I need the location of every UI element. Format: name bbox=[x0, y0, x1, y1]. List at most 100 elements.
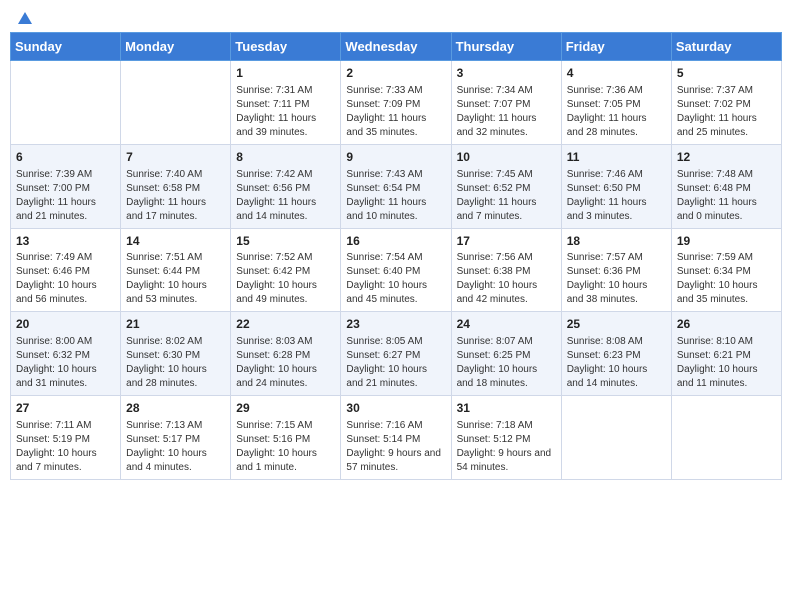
header-thursday: Thursday bbox=[451, 33, 561, 61]
day-info: Sunrise: 7:31 AMSunset: 7:11 PMDaylight:… bbox=[236, 84, 335, 140]
calendar-cell-30: 29 Sunrise: 7:15 AMSunset: 5:16 PMDayligh… bbox=[231, 396, 341, 480]
day-info: Sunrise: 8:10 AMSunset: 6:21 PMDaylight:… bbox=[677, 335, 776, 391]
week-row-3: 13Sunrise: 7:49 AMSunset: 6:46 PMDayligh… bbox=[11, 228, 782, 312]
day-number: 19 bbox=[677, 233, 776, 250]
calendar-cell-4: 3 Sunrise: 7:34 AMSunset: 7:07 PMDaylight… bbox=[451, 61, 561, 145]
day-number: 31 bbox=[457, 400, 556, 417]
day-number: 25 bbox=[567, 316, 666, 333]
day-number: 5 bbox=[677, 65, 776, 82]
calendar-cell-11: 10 Sunrise: 7:45 AMSunset: 6:52 PMDayligh… bbox=[451, 144, 561, 228]
calendar-cell-9: 8Sunrise: 7:42 AMSunset: 6:56 PMDaylight… bbox=[231, 144, 341, 228]
day-info: Sunrise: 7:13 AMSunset: 5:17 PMDaylight:… bbox=[126, 419, 225, 475]
calendar-cell-20: 19Sunrise: 7:59 AMSunset: 6:34 PMDayligh… bbox=[671, 228, 781, 312]
calendar-cell-15: 14Sunrise: 7:51 AMSunset: 6:44 PMDayligh… bbox=[121, 228, 231, 312]
day-info: Sunrise: 7:54 AMSunset: 6:40 PMDaylight:… bbox=[346, 251, 445, 307]
calendar-cell-14: 13Sunrise: 7:49 AMSunset: 6:46 PMDayligh… bbox=[11, 228, 121, 312]
calendar-cell-27: 26 Sunrise: 8:10 AMSunset: 6:21 PMDayligh… bbox=[671, 312, 781, 396]
week-row-1: 1 Sunrise: 7:31 AMSunset: 7:11 PMDaylight… bbox=[11, 61, 782, 145]
calendar-cell-7: 6 Sunrise: 7:39 AMSunset: 7:00 PMDaylight… bbox=[11, 144, 121, 228]
calendar-cell-24: 23 Sunrise: 8:05 AMSunset: 6:27 PMDayligh… bbox=[341, 312, 451, 396]
day-info: Sunrise: 7:51 AMSunset: 6:44 PMDaylight:… bbox=[126, 251, 225, 307]
day-number: 14 bbox=[126, 233, 225, 250]
day-number: 24 bbox=[457, 316, 556, 333]
week-row-5: 27Sunrise: 7:11 AMSunset: 5:19 PMDayligh… bbox=[11, 396, 782, 480]
header-monday: Monday bbox=[121, 33, 231, 61]
calendar-cell-6: 5 Sunrise: 7:37 AMSunset: 7:02 PMDaylight… bbox=[671, 61, 781, 145]
day-number: 23 bbox=[346, 316, 445, 333]
day-info: Sunrise: 7:37 AMSunset: 7:02 PMDaylight:… bbox=[677, 84, 776, 140]
day-info: Sunrise: 7:18 AMSunset: 5:12 PMDaylight:… bbox=[457, 419, 556, 475]
day-number: 11 bbox=[567, 149, 666, 166]
page-header bbox=[10, 10, 782, 24]
day-number: 20 bbox=[16, 316, 115, 333]
day-number: 3 bbox=[457, 65, 556, 82]
calendar-cell-29: 28 Sunrise: 7:13 AMSunset: 5:17 PMDayligh… bbox=[121, 396, 231, 480]
day-number: 22 bbox=[236, 316, 335, 333]
day-number: 1 bbox=[236, 65, 335, 82]
calendar-cell-13: 12 Sunrise: 7:48 AMSunset: 6:48 PMDayligh… bbox=[671, 144, 781, 228]
day-info: Sunrise: 8:03 AMSunset: 6:28 PMDaylight:… bbox=[236, 335, 335, 391]
day-number: 13 bbox=[16, 233, 115, 250]
day-number: 9 bbox=[346, 149, 445, 166]
day-info: Sunrise: 7:16 AMSunset: 5:14 PMDaylight:… bbox=[346, 419, 445, 475]
day-number: 10 bbox=[457, 149, 556, 166]
calendar-cell-34 bbox=[671, 396, 781, 480]
day-info: Sunrise: 7:46 AMSunset: 6:50 PMDaylight:… bbox=[567, 168, 666, 224]
calendar-cell-16: 15Sunrise: 7:52 AMSunset: 6:42 PMDayligh… bbox=[231, 228, 341, 312]
calendar-cell-21: 20 Sunrise: 8:00 AMSunset: 6:32 PMDayligh… bbox=[11, 312, 121, 396]
calendar-cell-1 bbox=[121, 61, 231, 145]
day-number: 26 bbox=[677, 316, 776, 333]
day-info: Sunrise: 7:33 AMSunset: 7:09 PMDaylight:… bbox=[346, 84, 445, 140]
day-number: 18 bbox=[567, 233, 666, 250]
header-wednesday: Wednesday bbox=[341, 33, 451, 61]
header-saturday: Saturday bbox=[671, 33, 781, 61]
calendar-cell-28: 27Sunrise: 7:11 AMSunset: 5:19 PMDayligh… bbox=[11, 396, 121, 480]
calendar-table: SundayMondayTuesdayWednesdayThursdayFrid… bbox=[10, 32, 782, 480]
day-info: Sunrise: 7:56 AMSunset: 6:38 PMDaylight:… bbox=[457, 251, 556, 307]
week-row-2: 6 Sunrise: 7:39 AMSunset: 7:00 PMDaylight… bbox=[11, 144, 782, 228]
day-info: Sunrise: 7:42 AMSunset: 6:56 PMDaylight:… bbox=[236, 168, 335, 224]
day-number: 17 bbox=[457, 233, 556, 250]
calendar-body: 1 Sunrise: 7:31 AMSunset: 7:11 PMDaylight… bbox=[11, 61, 782, 480]
day-info: Sunrise: 7:48 AMSunset: 6:48 PMDaylight:… bbox=[677, 168, 776, 224]
header-friday: Friday bbox=[561, 33, 671, 61]
calendar-cell-19: 18Sunrise: 7:57 AMSunset: 6:36 PMDayligh… bbox=[561, 228, 671, 312]
day-number: 4 bbox=[567, 65, 666, 82]
day-info: Sunrise: 7:39 AMSunset: 7:00 PMDaylight:… bbox=[16, 168, 115, 224]
day-info: Sunrise: 7:49 AMSunset: 6:46 PMDaylight:… bbox=[16, 251, 115, 307]
day-info: Sunrise: 8:07 AMSunset: 6:25 PMDaylight:… bbox=[457, 335, 556, 391]
day-number: 2 bbox=[346, 65, 445, 82]
day-number: 29 bbox=[236, 400, 335, 417]
calendar-cell-17: 16Sunrise: 7:54 AMSunset: 6:40 PMDayligh… bbox=[341, 228, 451, 312]
day-number: 16 bbox=[346, 233, 445, 250]
day-info: Sunrise: 8:02 AMSunset: 6:30 PMDaylight:… bbox=[126, 335, 225, 391]
calendar-cell-5: 4 Sunrise: 7:36 AMSunset: 7:05 PMDaylight… bbox=[561, 61, 671, 145]
day-info: Sunrise: 7:40 AMSunset: 6:58 PMDaylight:… bbox=[126, 168, 225, 224]
day-info: Sunrise: 7:36 AMSunset: 7:05 PMDaylight:… bbox=[567, 84, 666, 140]
week-row-4: 20 Sunrise: 8:00 AMSunset: 6:32 PMDayligh… bbox=[11, 312, 782, 396]
day-info: Sunrise: 8:05 AMSunset: 6:27 PMDaylight:… bbox=[346, 335, 445, 391]
day-info: Sunrise: 7:45 AMSunset: 6:52 PMDaylight:… bbox=[457, 168, 556, 224]
calendar-cell-26: 25 Sunrise: 8:08 AMSunset: 6:23 PMDayligh… bbox=[561, 312, 671, 396]
calendar-cell-22: 21 Sunrise: 8:02 AMSunset: 6:30 PMDayligh… bbox=[121, 312, 231, 396]
calendar-cell-18: 17Sunrise: 7:56 AMSunset: 6:38 PMDayligh… bbox=[451, 228, 561, 312]
day-number: 6 bbox=[16, 149, 115, 166]
day-info: Sunrise: 7:15 AMSunset: 5:16 PMDaylight:… bbox=[236, 419, 335, 475]
day-info: Sunrise: 8:00 AMSunset: 6:32 PMDaylight:… bbox=[16, 335, 115, 391]
logo-icon bbox=[16, 10, 34, 28]
calendar-cell-12: 11 Sunrise: 7:46 AMSunset: 6:50 PMDayligh… bbox=[561, 144, 671, 228]
calendar-cell-33 bbox=[561, 396, 671, 480]
day-number: 12 bbox=[677, 149, 776, 166]
calendar-cell-23: 22 Sunrise: 8:03 AMSunset: 6:28 PMDayligh… bbox=[231, 312, 341, 396]
day-number: 27 bbox=[16, 400, 115, 417]
day-number: 28 bbox=[126, 400, 225, 417]
calendar-cell-2: 1 Sunrise: 7:31 AMSunset: 7:11 PMDaylight… bbox=[231, 61, 341, 145]
day-info: Sunrise: 8:08 AMSunset: 6:23 PMDaylight:… bbox=[567, 335, 666, 391]
day-number: 7 bbox=[126, 149, 225, 166]
calendar-cell-8: 7 Sunrise: 7:40 AMSunset: 6:58 PMDaylight… bbox=[121, 144, 231, 228]
day-number: 15 bbox=[236, 233, 335, 250]
header-sunday: Sunday bbox=[11, 33, 121, 61]
day-info: Sunrise: 7:34 AMSunset: 7:07 PMDaylight:… bbox=[457, 84, 556, 140]
day-number: 21 bbox=[126, 316, 225, 333]
header-tuesday: Tuesday bbox=[231, 33, 341, 61]
